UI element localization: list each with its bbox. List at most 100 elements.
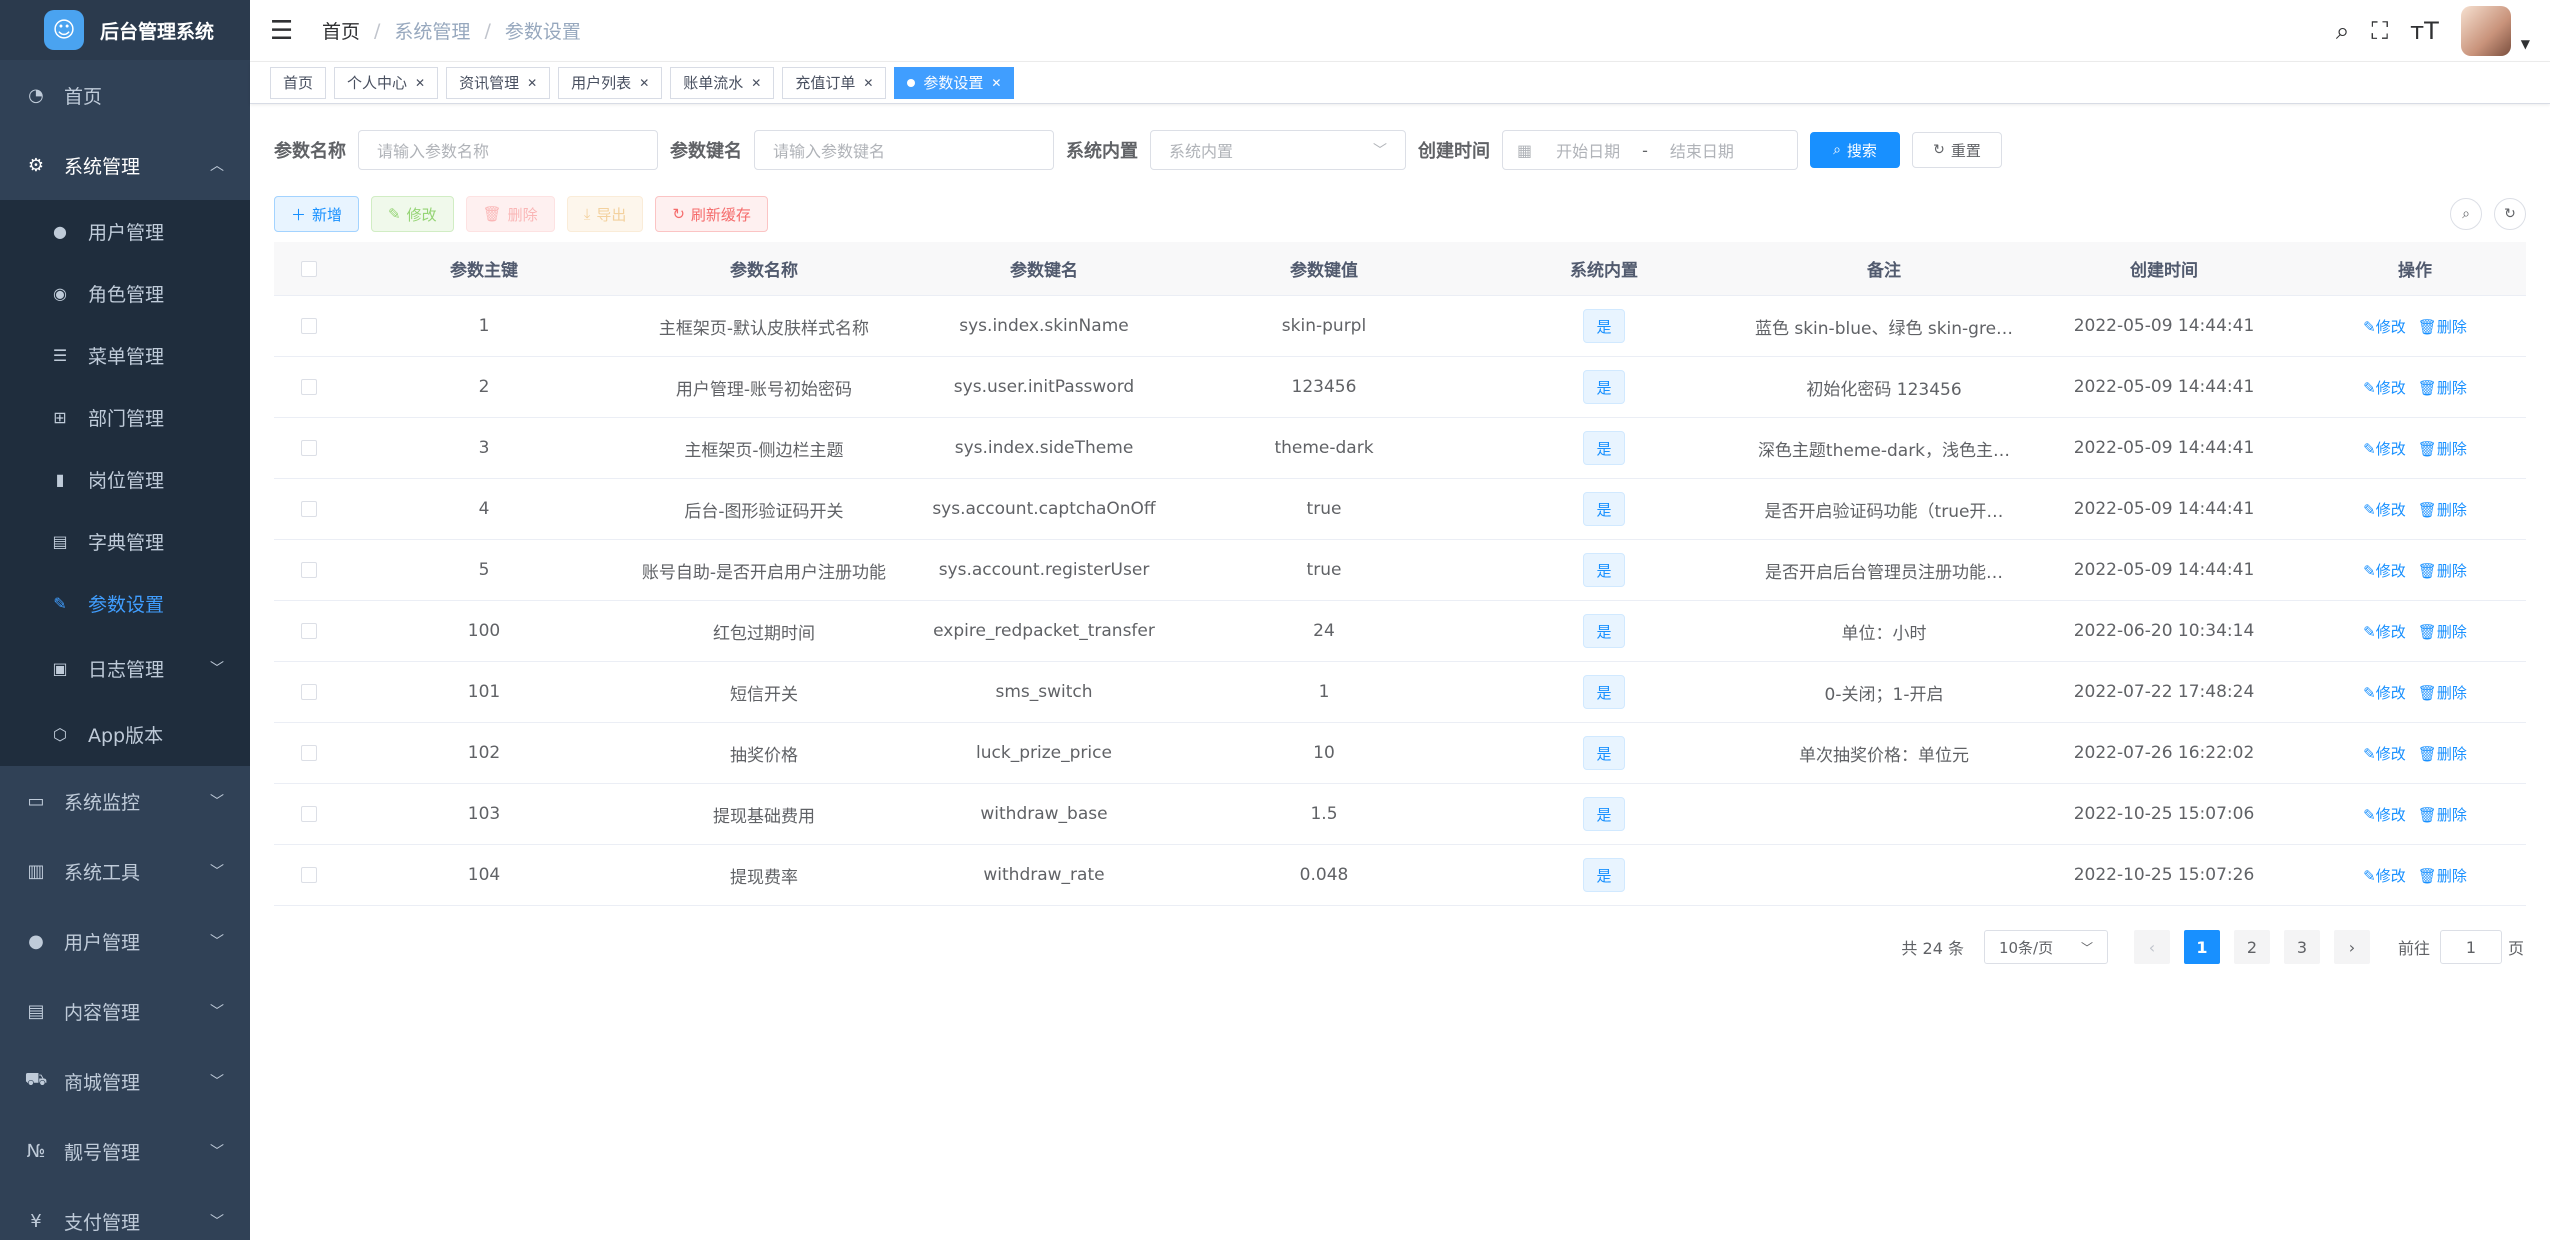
search-button[interactable]: ⌕ 搜索	[1810, 132, 1900, 168]
row-delete-button[interactable]: 🗑删除	[2418, 682, 2467, 703]
delete-button[interactable]: 🗑 删除	[465, 196, 555, 232]
row-checkbox[interactable]	[274, 440, 344, 456]
tab-profile[interactable]: 个人中心 ✕	[334, 66, 439, 99]
row-edit-button[interactable]: ✎修改	[2363, 682, 2406, 703]
column-header: 参数主键	[450, 261, 518, 281]
row-delete-button[interactable]: 🗑删除	[2418, 499, 2467, 520]
breadcrumb-home[interactable]: 首页	[322, 17, 360, 44]
avatar[interactable]	[2460, 6, 2511, 56]
row-checkbox[interactable]	[274, 501, 344, 517]
config-name-input[interactable]: 请输入参数名称	[358, 130, 658, 170]
close-icon[interactable]: ✕	[415, 76, 425, 90]
caret-down-icon[interactable]: ▼	[2521, 37, 2530, 51]
config-key-input[interactable]: 请输入参数键名	[754, 130, 1054, 170]
row-edit-button[interactable]: ✎修改	[2363, 438, 2406, 459]
row-delete-button[interactable]: 🗑删除	[2418, 804, 2467, 825]
sidebar-item-config[interactable]: ✎ 参数设置	[0, 572, 250, 634]
row-delete-button[interactable]: 🗑删除	[2418, 377, 2467, 398]
refresh-cache-button[interactable]: ↻ 刷新缓存	[655, 196, 768, 232]
row-checkbox[interactable]	[274, 318, 344, 334]
row-checkbox[interactable]	[274, 684, 344, 700]
row-edit-button[interactable]: ✎修改	[2363, 499, 2406, 520]
row-delete-button[interactable]: 🗑删除	[2418, 438, 2467, 459]
page-number[interactable]: 2	[2233, 930, 2270, 964]
row-checkbox[interactable]	[274, 379, 344, 395]
row-edit-button[interactable]: ✎修改	[2363, 560, 2406, 581]
sidebar-item-number[interactable]: № 靓号管理 ﹀	[0, 1116, 250, 1186]
add-button[interactable]: ＋ 新增	[274, 196, 360, 232]
goto-page-input[interactable]: 1	[2439, 930, 2502, 964]
row-delete-button[interactable]: 🗑删除	[2418, 743, 2467, 764]
cell-key: sys.user.initPassword	[953, 377, 1135, 397]
fullscreen-icon[interactable]: ⛶	[2371, 17, 2388, 45]
tags-view: 首页 个人中心 ✕ 资讯管理 ✕ 用户列表 ✕ 账单流水 ✕ 充值订单 ✕ 参数设置 ✕	[250, 62, 2550, 104]
tab-news[interactable]: 资讯管理 ✕	[446, 66, 551, 99]
next-page-button[interactable]: ›	[2333, 930, 2370, 964]
row-checkbox[interactable]	[274, 562, 344, 578]
sidebar-item-tools[interactable]: ▥ 系统工具 ﹀	[0, 836, 250, 906]
tab-user-list[interactable]: 用户列表 ✕	[558, 66, 663, 99]
sidebar-item-user-mgmt[interactable]: ● 用户管理	[0, 200, 250, 262]
hamburger-icon[interactable]: ☰	[270, 16, 300, 46]
tab-recharge[interactable]: 充值订单 ✕	[782, 66, 887, 99]
row-edit-button[interactable]: ✎修改	[2363, 621, 2406, 642]
sidebar-item-dept-mgmt[interactable]: ⊞ 部门管理	[0, 386, 250, 448]
sidebar-item-payment[interactable]: ¥ 支付管理 ﹀	[0, 1186, 250, 1240]
page-number[interactable]: 1	[2183, 930, 2220, 964]
refresh-table-button[interactable]: ↻	[2494, 198, 2526, 230]
prev-page-button[interactable]: ‹	[2133, 930, 2170, 964]
tab-bills[interactable]: 账单流水 ✕	[670, 66, 775, 99]
logo[interactable]: ☺ 后台管理系统	[0, 0, 250, 60]
sidebar-item-app-version[interactable]: ⬡ App版本	[0, 702, 250, 766]
cell-created: 2022-07-26 16:22:02	[2073, 743, 2255, 763]
cell-remark: 初始化密码 123456	[1806, 379, 1962, 400]
reset-button[interactable]: ↻ 重置	[1912, 132, 2002, 168]
sidebar-item-content[interactable]: ▤ 内容管理 ﹀	[0, 976, 250, 1046]
start-date-placeholder: 开始日期	[1556, 142, 1621, 161]
row-checkbox[interactable]	[274, 806, 344, 822]
sidebar-item-system[interactable]: ⚙ 系统管理 ︿	[0, 130, 250, 200]
sidebar-item-home[interactable]: ◔ 首页	[0, 60, 250, 130]
table-header: 参数主键 参数名称 参数键名 参数键值 系统内置 备注 创建时间 操作	[274, 242, 2526, 296]
tab-home[interactable]: 首页	[270, 66, 327, 99]
toolbar: ＋ 新增 ✎ 修改 🗑 删除 ⤓ 导出 ↻ 刷新缓存 ⌕ ↻	[274, 196, 2526, 232]
export-button[interactable]: ⤓ 导出	[566, 196, 644, 232]
toggle-search-button[interactable]: ⌕	[2450, 198, 2482, 230]
row-edit-button[interactable]: ✎修改	[2363, 804, 2406, 825]
row-checkbox[interactable]	[274, 745, 344, 761]
close-icon[interactable]: ✕	[639, 76, 649, 90]
row-delete-button[interactable]: 🗑删除	[2418, 560, 2467, 581]
page-size-select[interactable]: 10条/页 ﹀	[1983, 930, 2108, 964]
sidebar-item-menu-mgmt[interactable]: ☰ 菜单管理	[0, 324, 250, 386]
close-icon[interactable]: ✕	[991, 76, 1001, 90]
tab-config[interactable]: 参数设置 ✕	[894, 66, 1015, 99]
page-number[interactable]: 3	[2283, 930, 2320, 964]
select-all-checkbox[interactable]	[274, 260, 344, 277]
sidebar-item-dict-mgmt[interactable]: ▤ 字典管理	[0, 510, 250, 572]
sidebar-item-shop[interactable]: ⛟ 商城管理 ﹀	[0, 1046, 250, 1116]
edit-button[interactable]: ✎ 修改	[371, 196, 454, 232]
row-edit-button[interactable]: ✎修改	[2363, 865, 2406, 886]
sidebar-item-role-mgmt[interactable]: ◉ 角色管理	[0, 262, 250, 324]
row-checkbox[interactable]	[274, 623, 344, 639]
cell-builtin: 是	[1464, 675, 1744, 709]
row-checkbox[interactable]	[274, 867, 344, 883]
row-delete-button[interactable]: 🗑删除	[2418, 865, 2467, 886]
sidebar-item-users[interactable]: ● 用户管理 ﹀	[0, 906, 250, 976]
close-icon[interactable]: ✕	[863, 76, 873, 90]
close-icon[interactable]: ✕	[751, 76, 761, 90]
font-size-icon[interactable]: ᴛT	[2410, 17, 2439, 45]
sidebar-item-monitor[interactable]: ▭ 系统监控 ﹀	[0, 766, 250, 836]
search-icon[interactable]: ⌕	[2336, 17, 2349, 45]
row-edit-button[interactable]: ✎修改	[2363, 316, 2406, 337]
row-edit-button[interactable]: ✎修改	[2363, 377, 2406, 398]
builtin-select[interactable]: 系统内置 ﹀	[1150, 130, 1406, 170]
sidebar-item-log-mgmt[interactable]: ▣ 日志管理 ﹀	[0, 634, 250, 702]
date-range-picker[interactable]: ▦ 开始日期 - 结束日期	[1502, 130, 1798, 170]
row-delete-button[interactable]: 🗑删除	[2418, 621, 2467, 642]
cell-value: 10	[1313, 743, 1335, 763]
row-edit-button[interactable]: ✎修改	[2363, 743, 2406, 764]
row-delete-button[interactable]: 🗑删除	[2418, 316, 2467, 337]
sidebar-item-post-mgmt[interactable]: ▮ 岗位管理	[0, 448, 250, 510]
close-icon[interactable]: ✕	[527, 76, 537, 90]
